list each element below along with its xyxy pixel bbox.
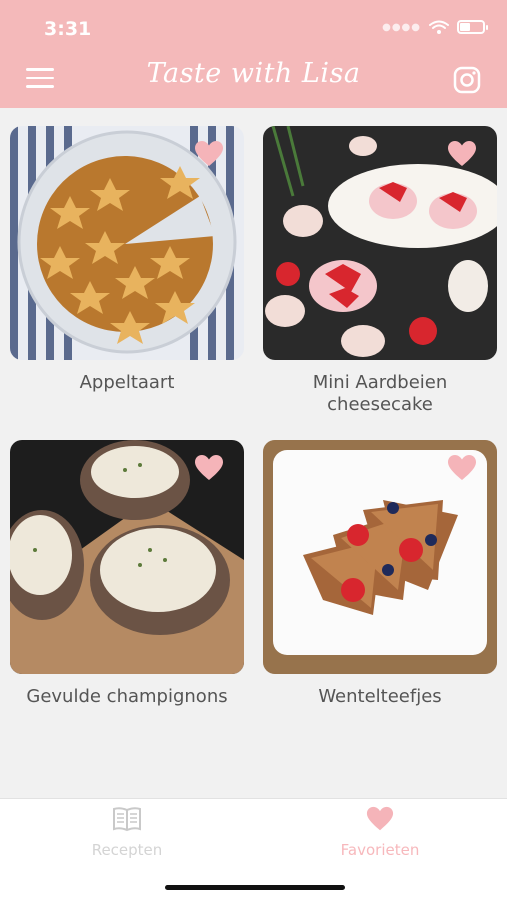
apple-pie-photo (10, 126, 244, 360)
favorite-heart-icon[interactable] (447, 454, 477, 482)
instagram-icon (453, 66, 481, 94)
favorite-heart-icon[interactable] (194, 454, 224, 482)
book-icon (113, 807, 141, 832)
recipe-name: Wentelteefjes (318, 686, 442, 707)
tab-label: Recepten (91, 841, 163, 859)
recipe-name: Appeltaart (79, 372, 175, 393)
favorite-heart-icon[interactable] (447, 140, 477, 168)
recipe-card[interactable]: Wentelteefjes (263, 440, 497, 708)
recipe-card[interactable]: Gevulde champignons (10, 440, 244, 708)
instagram-button[interactable] (453, 66, 481, 94)
recipe-card[interactable]: Appeltaart (10, 126, 244, 394)
strawberry-cheesecake-photo (263, 126, 497, 360)
stuffed-mushrooms-photo (10, 440, 244, 674)
favorite-heart-icon[interactable] (194, 140, 224, 168)
app-title: Taste with Lisa (146, 58, 361, 89)
recipe-name: Gevulde champignons (26, 686, 228, 707)
status-icons: ●●●● (382, 20, 488, 34)
tab-label: Favorieten (340, 841, 420, 859)
tab-recepten[interactable]: Recepten (57, 805, 197, 859)
status-time: 3:31 (44, 18, 92, 40)
signal-icon: ●●●● (382, 21, 421, 33)
heart-icon (366, 806, 394, 831)
recipe-name: Mini Aardbeien cheesecake (312, 372, 448, 415)
tab-favorieten[interactable]: Favorieten (310, 805, 450, 859)
battery-icon (457, 20, 488, 34)
app-header: 3:31 ●●●● Taste with Lisa (0, 0, 507, 108)
recipe-card[interactable]: Mini Aardbeien cheesecake (263, 126, 497, 416)
french-toast-photo (263, 440, 497, 674)
wifi-icon (429, 20, 449, 34)
home-indicator (165, 885, 345, 890)
